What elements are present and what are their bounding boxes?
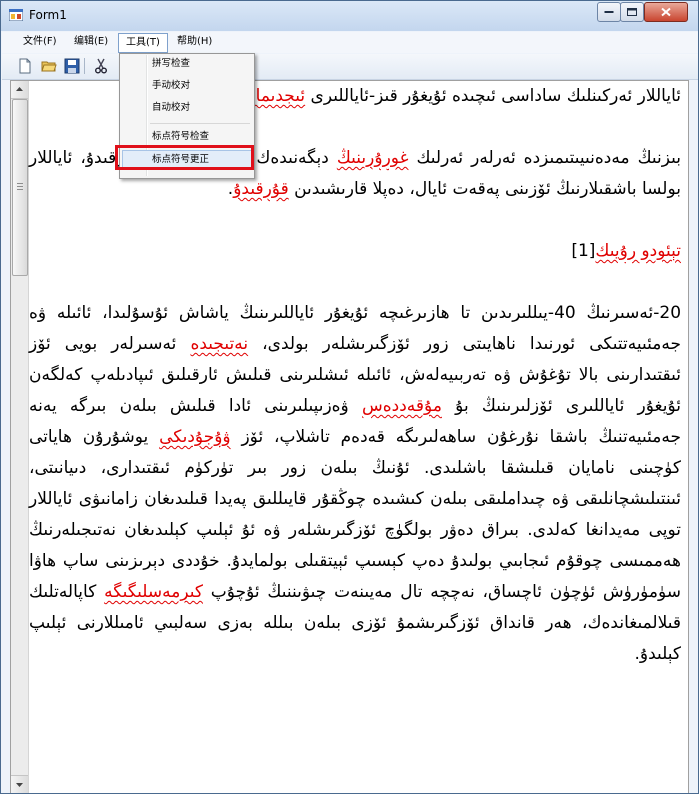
scroll-up-button[interactable] <box>11 81 28 99</box>
window-title: Form1 <box>29 8 67 22</box>
paragraph-heading: تېئودو رۇيىك[1] <box>29 236 681 267</box>
menu-file[interactable]: 文件(F) <box>16 34 64 50</box>
title-bar[interactable]: Form1 <box>1 1 698 31</box>
cut-icon[interactable] <box>93 58 109 74</box>
close-icon <box>661 7 671 17</box>
maximize-button[interactable] <box>620 2 644 22</box>
misspelled-word[interactable]: نەتىجىدە <box>190 334 248 354</box>
minimize-button[interactable] <box>597 2 621 22</box>
document-text[interactable]: ئاياللار ئەركىنلىك ساداسى ئىچىدە ئۇيغۇر … <box>29 81 681 793</box>
menu-bar: 文件(F) 编辑(E) 工具(T) 帮助(H) <box>2 32 698 53</box>
misspelled-word[interactable]: مۇقەددەس <box>362 396 442 416</box>
menu-spell-check[interactable]: 拼写检查 <box>152 55 190 73</box>
arrow-down-icon <box>16 783 23 787</box>
new-file-icon[interactable] <box>17 58 33 74</box>
misspelled-word[interactable]: ۋۇجۇدىكى <box>159 427 231 447</box>
menu-manual-proofread[interactable]: 手动校对 <box>152 77 190 95</box>
toolbar <box>2 54 698 80</box>
maximize-icon <box>627 8 637 16</box>
app-icon <box>9 9 23 21</box>
toolbar-separator <box>84 58 85 74</box>
annotation-highlight-box <box>115 145 254 170</box>
misspelled-word[interactable]: قۇرقىدۇ <box>233 179 289 199</box>
close-button[interactable] <box>644 2 688 22</box>
thumb-grip <box>17 189 23 190</box>
menu-edit[interactable]: 编辑(E) <box>67 34 115 50</box>
save-icon[interactable] <box>64 58 80 74</box>
text-run: بىزنىڭ مەدەنىيىتىمىزدە ئەرلەر ئەرلىك <box>408 148 681 168</box>
menu-separator <box>150 123 250 124</box>
menu-auto-proofread[interactable]: 自动校对 <box>152 99 190 117</box>
open-folder-icon[interactable] <box>41 58 57 74</box>
thumb-grip <box>17 183 23 184</box>
misspelled-word[interactable]: تېئودو رۇيىك <box>595 241 681 261</box>
scroll-thumb[interactable] <box>12 99 28 276</box>
document-editor[interactable]: ئاياللار ئەركىنلىك ساداسى ئىچىدە ئۇيغۇر … <box>10 80 689 793</box>
vertical-scrollbar[interactable] <box>11 81 29 793</box>
scroll-down-button[interactable] <box>11 775 28 793</box>
misspelled-word[interactable]: كىرمەسلىگىگە <box>104 582 203 602</box>
text-run: [1] <box>571 241 596 261</box>
thumb-grip <box>17 186 23 187</box>
text-run: ئاياللار ئەركىنلىك ساداسى ئىچىدە ئۇيغۇر … <box>305 86 681 106</box>
text-run: يوشۇرۇن ھاياتى كۈچىنى نامايان قىلىشقا با… <box>29 427 681 602</box>
paragraph-body: 20-ئەسىرنىڭ 40-يىللىرىدىن تا ھازىرغىچە ئ… <box>29 298 681 670</box>
minimize-icon <box>604 11 614 13</box>
menu-punctuation-check[interactable]: 标点符号检查 <box>152 128 209 146</box>
menu-tools[interactable]: 工具(T) <box>118 33 168 53</box>
app-window: Form1 文件(F) 编辑(E) 工具(T) 帮助(H) ئاياللار ئ… <box>0 0 699 794</box>
arrow-up-icon <box>16 87 23 91</box>
misspelled-word[interactable]: غورۇرىنىڭ <box>337 148 409 168</box>
menu-help[interactable]: 帮助(H) <box>170 34 219 50</box>
